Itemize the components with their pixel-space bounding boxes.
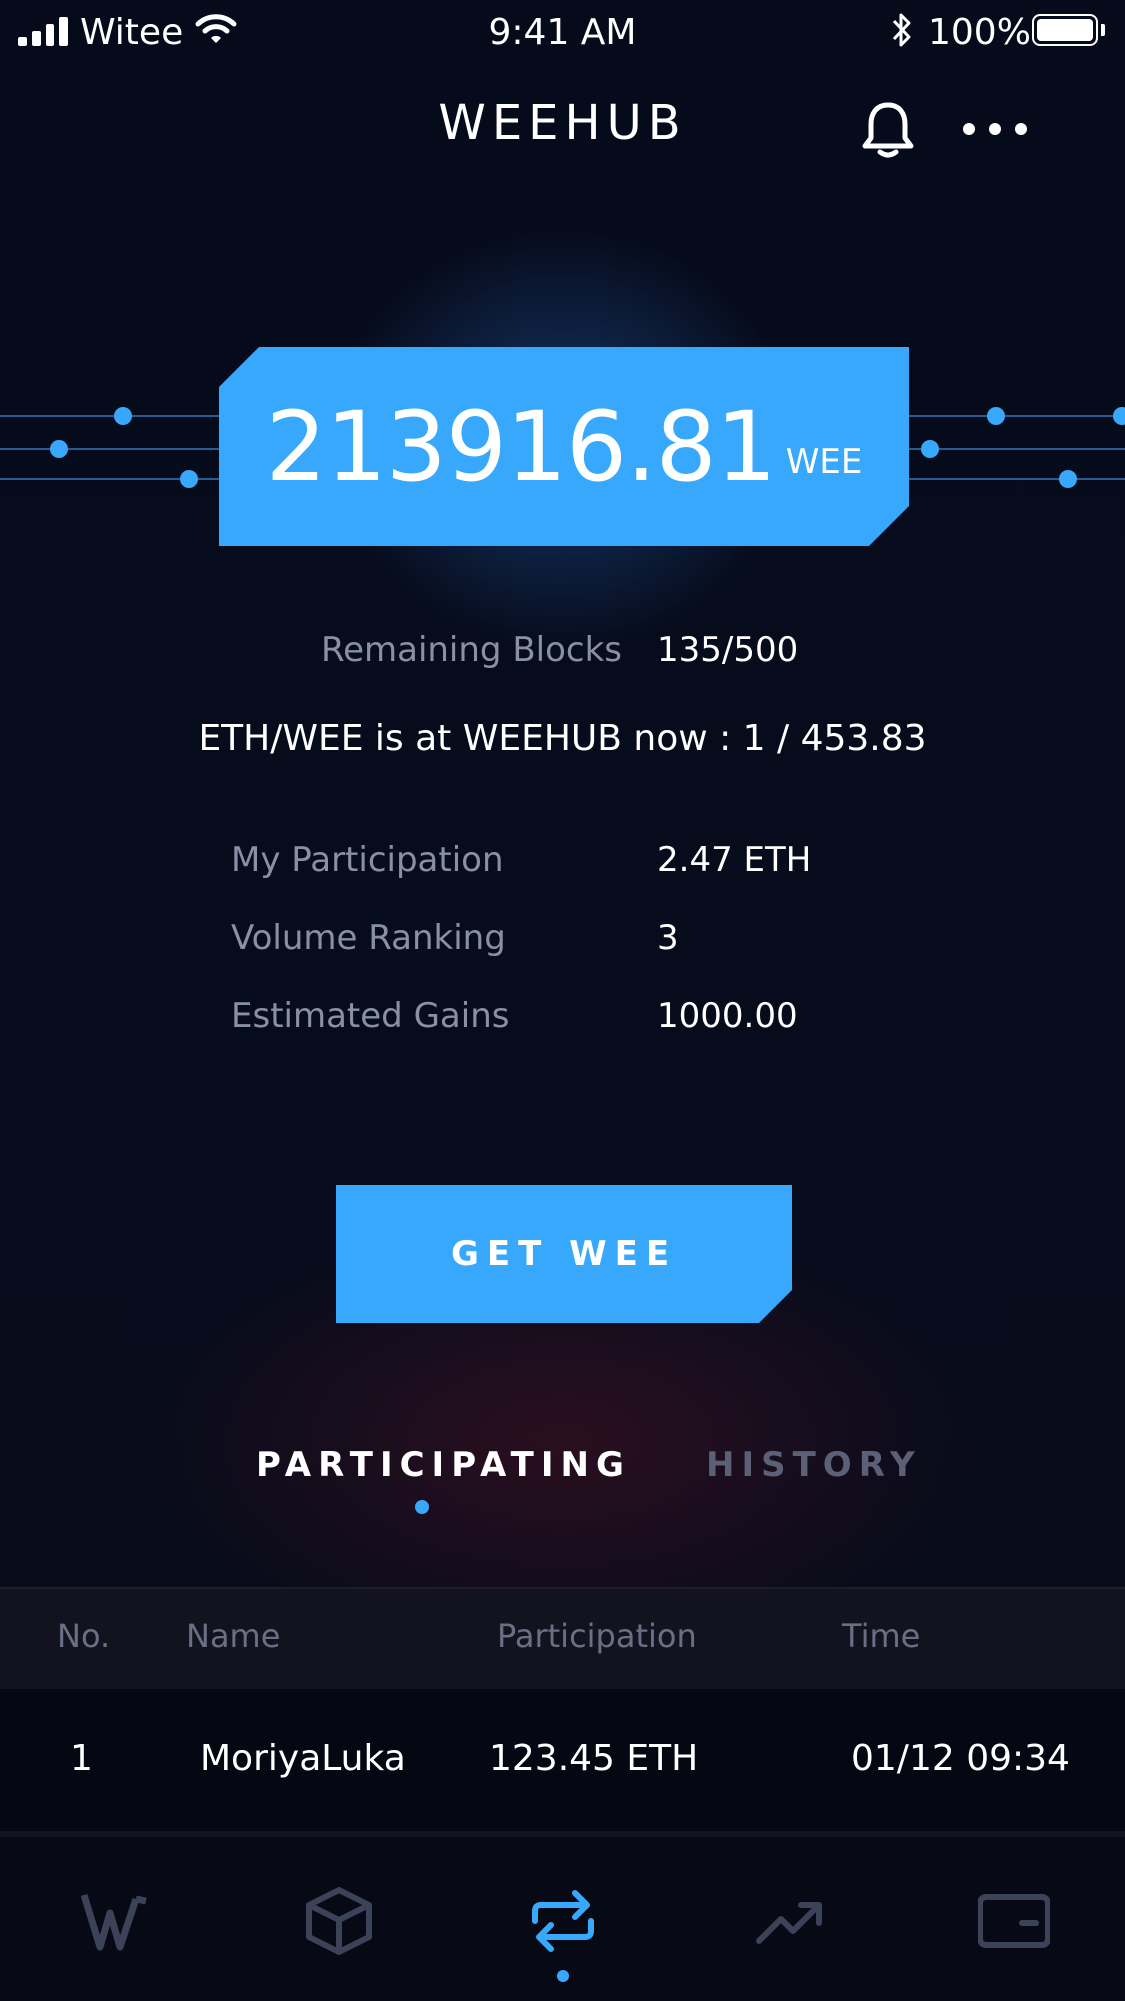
active-tab-indicator <box>415 1500 429 1514</box>
bluetooth-icon <box>892 13 911 47</box>
row-time: 01/12 09:34 <box>851 1738 1070 1779</box>
volume-ranking-value: 3 <box>657 918 679 958</box>
balance-value: 213916.81 <box>265 390 777 503</box>
column-header-time: Time <box>842 1617 921 1655</box>
bell-icon[interactable] <box>860 100 916 160</box>
tab-history[interactable]: HISTORY <box>706 1445 922 1485</box>
volume-ranking-label: Volume Ranking <box>231 918 506 958</box>
balance-unit: WEE <box>785 441 863 482</box>
exchange-icon[interactable] <box>527 1885 599 1957</box>
trend-icon[interactable] <box>755 1885 827 1957</box>
battery-tip <box>1101 24 1105 36</box>
active-nav-indicator <box>557 1970 569 1982</box>
cube-icon[interactable] <box>303 1885 375 1957</box>
balance-display: 213916.81 WEE <box>219 347 909 546</box>
remaining-blocks-value: 135/500 <box>657 630 799 670</box>
wallet-icon[interactable] <box>978 1885 1050 1957</box>
battery-icon <box>1032 14 1098 46</box>
home-logo-icon[interactable] <box>80 1885 152 1957</box>
estimated-gains-value: 1000.00 <box>657 996 798 1036</box>
my-participation-value: 2.47 ETH <box>657 840 812 880</box>
exchange-rate-text: ETH/WEE is at WEEHUB now : 1 / 453.83 <box>198 718 927 759</box>
remaining-blocks-label: Remaining Blocks <box>320 630 622 670</box>
row-participation: 123.45 ETH <box>489 1738 699 1779</box>
tab-participating[interactable]: PARTICIPATING <box>256 1445 631 1485</box>
my-participation-label: My Participation <box>231 840 504 880</box>
estimated-gains-label: Estimated Gains <box>231 996 510 1036</box>
page-title: WEEHUB <box>438 95 687 151</box>
row-number: 1 <box>70 1738 93 1779</box>
row-name: MoriyaLuka <box>200 1738 406 1779</box>
more-options-icon[interactable] <box>962 122 1028 136</box>
column-header-name: Name <box>186 1617 281 1655</box>
get-wee-button[interactable]: GET WEE <box>336 1185 792 1323</box>
battery-percentage: 100% <box>928 12 1031 53</box>
column-header-participation: Participation <box>497 1617 697 1655</box>
column-header-no: No. <box>57 1617 111 1655</box>
status-bar: Witee 9:41 AM 100% <box>0 0 1125 68</box>
